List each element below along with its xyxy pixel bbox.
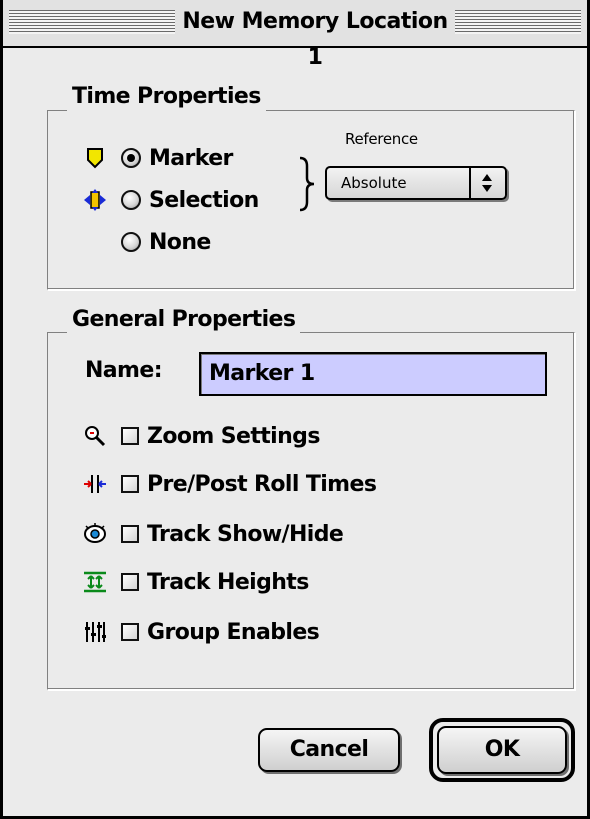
title-bar-stripes-right: [455, 10, 581, 34]
track-heights-icon: [83, 570, 107, 594]
marker-icon: [83, 146, 107, 170]
brace-icon: [299, 156, 315, 212]
radio-button-marker[interactable]: [121, 148, 141, 168]
checkbox-group-enables-row[interactable]: Group Enables: [83, 616, 320, 648]
track-show-hide-icon: [83, 522, 107, 546]
checkbox-pre-post-roll[interactable]: [121, 475, 139, 493]
radio-label-none: None: [149, 229, 211, 255]
pre-post-roll-icon: [83, 472, 107, 496]
general-properties-title: General Properties: [67, 305, 301, 335]
reference-popup-value: Absolute: [341, 174, 407, 192]
radio-marker-row[interactable]: Marker: [83, 142, 233, 174]
window-title: New Memory Location 1: [175, 4, 455, 70]
checkbox-label-group-enables: Group Enables: [147, 619, 320, 645]
selection-icon: [83, 188, 107, 212]
radio-button-none[interactable]: [121, 232, 141, 252]
checkbox-track-show-hide[interactable]: [121, 525, 139, 543]
checkbox-track-heights[interactable]: [121, 573, 139, 591]
radio-selection-row[interactable]: Selection: [83, 184, 259, 216]
checkbox-label-track-heights: Track Heights: [147, 569, 309, 595]
radio-label-marker: Marker: [149, 145, 233, 171]
checkbox-label-zoom-settings: Zoom Settings: [147, 423, 320, 449]
popup-arrows-icon: [469, 168, 505, 198]
checkbox-pre-post-roll-row[interactable]: Pre/Post Roll Times: [83, 468, 377, 500]
cancel-button[interactable]: Cancel: [258, 728, 400, 772]
checkbox-zoom-settings-row[interactable]: Zoom Settings: [83, 420, 320, 452]
time-properties-title: Time Properties: [67, 82, 266, 112]
radio-none-row[interactable]: None: [121, 226, 211, 258]
radio-label-selection: Selection: [149, 187, 259, 213]
ok-button[interactable]: OK: [437, 726, 567, 774]
zoom-icon: [83, 424, 107, 448]
radio-button-selection[interactable]: [121, 190, 141, 210]
checkbox-track-heights-row[interactable]: Track Heights: [83, 566, 309, 598]
reference-popup-menu[interactable]: Absolute: [325, 166, 507, 200]
checkbox-track-show-hide-row[interactable]: Track Show/Hide: [83, 518, 344, 550]
name-field[interactable]: Marker 1: [199, 352, 547, 396]
memory-location-dialog: New Memory Location 1 Time Properties Ma…: [0, 0, 590, 819]
checkbox-group-enables[interactable]: [121, 623, 139, 641]
title-bar-stripes-left: [9, 10, 175, 34]
group-enables-icon: [83, 620, 107, 644]
checkbox-label-pre-post-roll: Pre/Post Roll Times: [147, 471, 377, 497]
reference-label: Reference: [345, 130, 418, 148]
title-bar[interactable]: New Memory Location 1: [3, 0, 587, 70]
name-label: Name:: [85, 358, 163, 383]
checkbox-zoom-settings[interactable]: [121, 427, 139, 445]
checkbox-label-track-show-hide: Track Show/Hide: [147, 521, 344, 547]
